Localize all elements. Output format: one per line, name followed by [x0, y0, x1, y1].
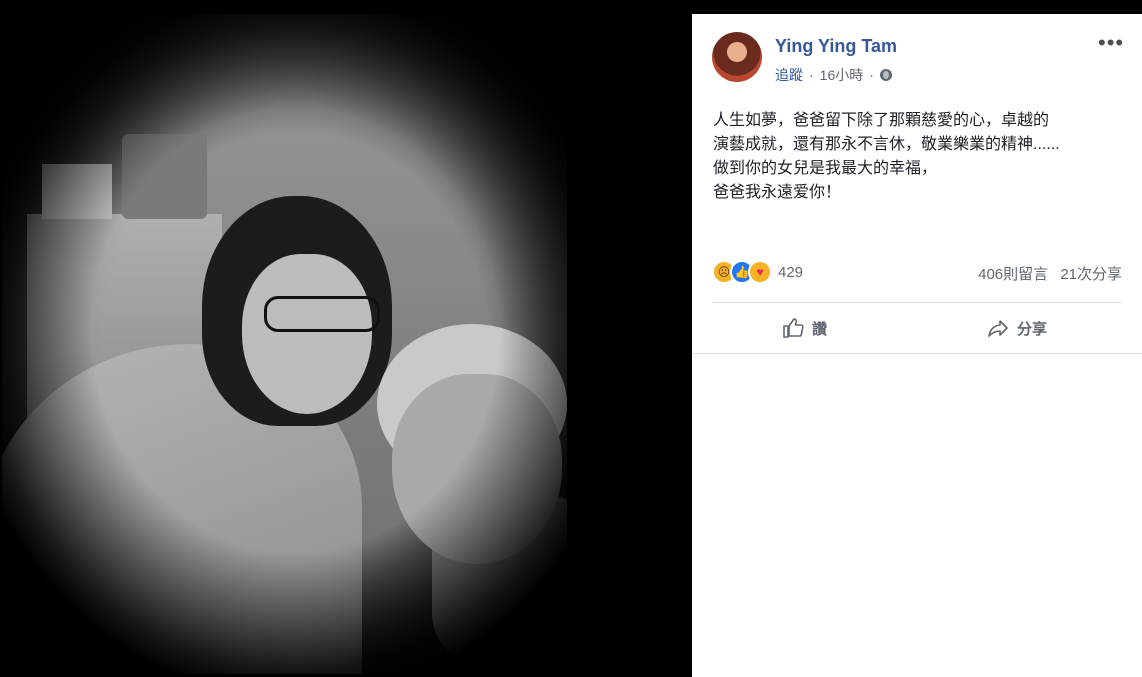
author-name[interactable]: Ying Ying Tam: [775, 36, 897, 57]
divider: [712, 302, 1122, 303]
share-arrow-icon: [987, 317, 1009, 339]
post-side-panel: Ying Ying Tam 追蹤 · 16小時 · ••• 人生如夢，爸爸留下除…: [692, 14, 1142, 677]
divider: [692, 353, 1142, 354]
post-meta: 追蹤 · 16小時 ·: [775, 65, 892, 85]
share-label: 分享: [1017, 320, 1048, 338]
post-text: 人生如夢，爸爸留下除了那顆慈愛的心，卓越的 演藝成就，還有那永不言休，敬業樂業的…: [713, 109, 1128, 205]
author-avatar[interactable]: [712, 32, 762, 82]
like-label: 讚: [812, 320, 828, 338]
post-photo[interactable]: [2, 14, 567, 674]
post-text-line: 爸爸我永遠爱你！: [713, 184, 842, 201]
meta-separator: ·: [809, 67, 814, 83]
globe-icon: [879, 69, 892, 81]
follow-link[interactable]: 追蹤: [775, 65, 803, 85]
meta-separator: ·: [869, 67, 874, 83]
post-stats: 406則留言 21次分享: [970, 263, 1122, 284]
comment-count[interactable]: 406則留言: [978, 266, 1048, 283]
post-text-line: 演藝成就，還有那永不言休，敬業樂業的精神......: [713, 136, 1060, 153]
reaction-summary[interactable]: ☹ 👍 ♥ 429: [712, 260, 803, 284]
thumbs-up-icon: [782, 317, 804, 339]
post-text-line: 做到你的女兒是我最大的幸福，: [713, 160, 938, 177]
share-count[interactable]: 21次分享: [1060, 266, 1122, 283]
care-icon: ♥: [748, 260, 772, 284]
photo-vignette: [2, 14, 567, 674]
photo-viewer: [0, 0, 692, 677]
like-button[interactable]: 讚: [782, 317, 827, 339]
share-button[interactable]: 分享: [987, 317, 1047, 339]
reaction-count[interactable]: 429: [778, 264, 803, 281]
post-timestamp[interactable]: 16小時: [820, 65, 864, 85]
post-text-line: 人生如夢，爸爸留下除了那顆慈愛的心，卓越的: [713, 112, 1050, 129]
more-options-button[interactable]: •••: [1098, 32, 1124, 54]
